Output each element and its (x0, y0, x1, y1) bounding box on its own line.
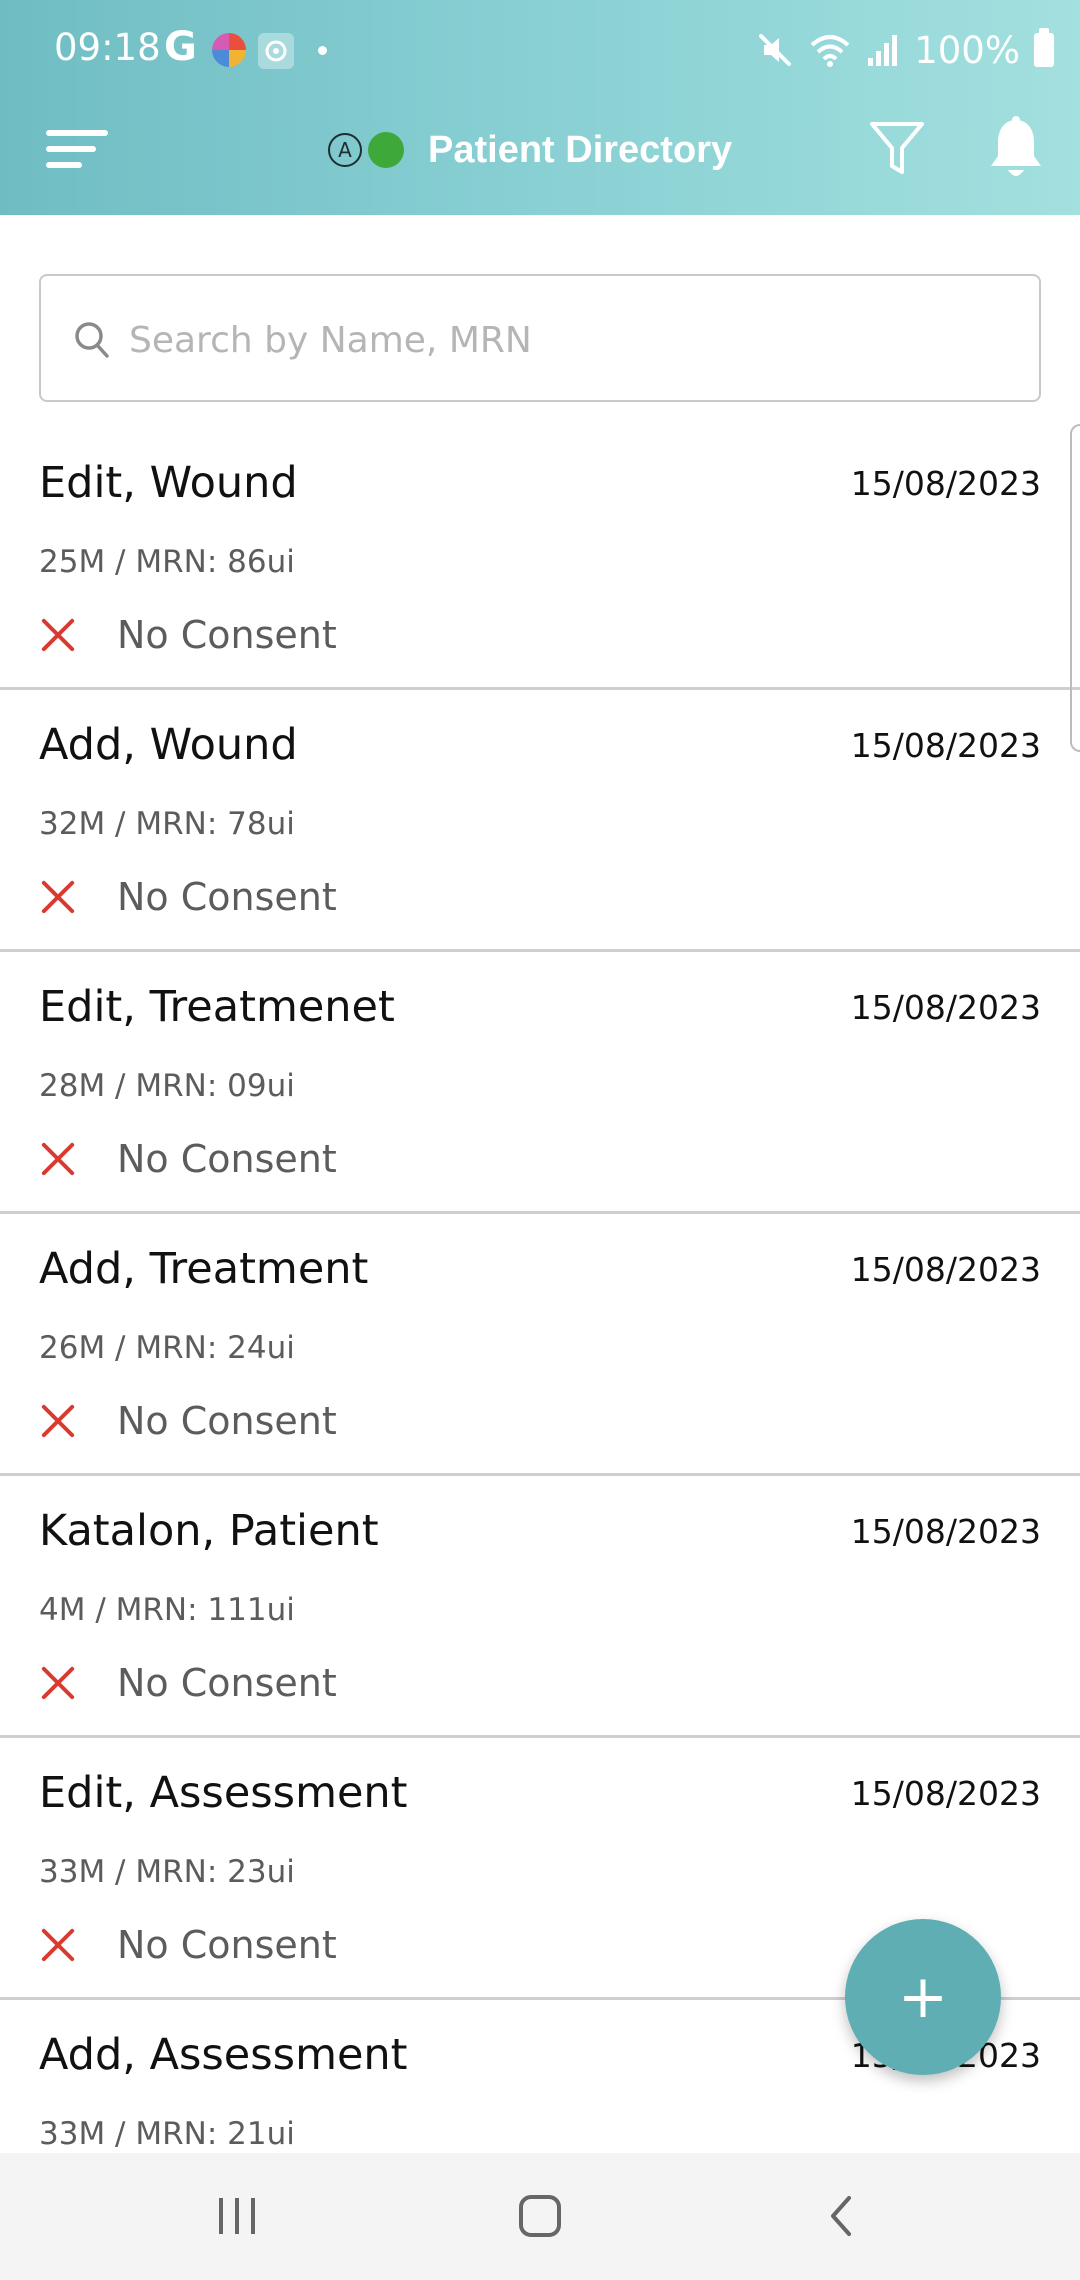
patient-date: 15/08/2023 (850, 1250, 1041, 1289)
recent-apps-icon (219, 2198, 255, 2234)
consent-status: No Consent (39, 1399, 337, 1443)
account-badge-icon: A (328, 133, 362, 167)
patient-name: Add, Assessment (39, 2030, 408, 2080)
patient-list-item[interactable]: Add, Treatment 15/08/2023 26M / MRN: 24u… (0, 1214, 1080, 1476)
patient-meta: 28M / MRN: 09ui (39, 1068, 295, 1104)
recent-apps-button[interactable] (197, 2183, 277, 2249)
consent-label: No Consent (117, 1399, 337, 1443)
patient-name: Add, Treatment (39, 1244, 369, 1294)
battery-percent: 100% (914, 28, 1020, 72)
wifi-icon (810, 35, 850, 67)
online-status-icon (368, 132, 404, 168)
consent-label: No Consent (117, 1923, 337, 1967)
close-icon (39, 616, 77, 654)
patient-name: Katalon, Patient (39, 1506, 379, 1556)
system-navigation-bar (0, 2153, 1080, 2280)
patient-name: Edit, Assessment (39, 1768, 408, 1818)
home-icon (519, 2195, 561, 2237)
patient-name: Add, Wound (39, 720, 298, 770)
patient-date: 15/08/2023 (850, 1774, 1041, 1813)
home-button[interactable] (500, 2183, 580, 2249)
consent-status: No Consent (39, 1137, 337, 1181)
close-icon (39, 1926, 77, 1964)
consent-label: No Consent (117, 1137, 337, 1181)
close-icon (39, 878, 77, 916)
notification-dot (318, 46, 327, 55)
app-icon (212, 33, 246, 67)
patient-list-item[interactable]: Edit, Wound 15/08/2023 25M / MRN: 86ui N… (0, 428, 1080, 690)
patient-name: Edit, Treatmenet (39, 982, 395, 1032)
patient-name: Edit, Wound (39, 458, 298, 508)
patient-date: 15/08/2023 (850, 988, 1041, 1027)
consent-status: No Consent (39, 1661, 337, 1705)
consent-status: No Consent (39, 613, 337, 657)
status-time: 09:18 (54, 26, 161, 69)
close-icon (39, 1140, 77, 1178)
consent-status: No Consent (39, 875, 337, 919)
patient-meta: 33M / MRN: 21ui (39, 2116, 295, 2152)
patient-date: 15/08/2023 (850, 464, 1041, 503)
patient-list-item[interactable]: Edit, Treatmenet 15/08/2023 28M / MRN: 0… (0, 952, 1080, 1214)
app-icon (258, 33, 294, 69)
consent-label: No Consent (117, 613, 337, 657)
notifications-button[interactable] (988, 116, 1044, 182)
patient-date: 15/08/2023 (850, 1512, 1041, 1551)
scroll-indicator[interactable] (1070, 424, 1080, 752)
search-input[interactable] (127, 310, 1011, 370)
patient-meta: 4M / MRN: 111ui (39, 1592, 295, 1628)
patient-list: Edit, Wound 15/08/2023 25M / MRN: 86ui N… (0, 428, 1080, 2153)
page-title: Patient Directory (428, 128, 733, 171)
patient-meta: 26M / MRN: 24ui (39, 1330, 295, 1366)
consent-label: No Consent (117, 875, 337, 919)
mute-icon (759, 34, 792, 66)
app-header: 09:18 G 100% A Patient Directory (0, 0, 1080, 215)
menu-button[interactable] (46, 124, 110, 172)
status-indicators: 100% (756, 24, 1054, 76)
patient-list-item[interactable]: Add, Wound 15/08/2023 32M / MRN: 78ui No… (0, 690, 1080, 952)
close-icon (39, 1664, 77, 1702)
consent-status: No Consent (39, 1923, 337, 1967)
filter-icon (870, 122, 924, 174)
header-title-group: A Patient Directory (328, 120, 732, 180)
patient-meta: 25M / MRN: 86ui (39, 544, 295, 580)
patient-meta: 33M / MRN: 23ui (39, 1854, 295, 1890)
battery-icon (1034, 28, 1054, 67)
search-box[interactable] (39, 274, 1041, 402)
google-icon: G (164, 24, 197, 70)
filter-button[interactable] (868, 118, 926, 178)
consent-label: No Consent (117, 1661, 337, 1705)
add-patient-button[interactable]: + (845, 1919, 1001, 2075)
patient-list-item[interactable]: Katalon, Patient 15/08/2023 4M / MRN: 11… (0, 1476, 1080, 1738)
plus-icon: + (897, 1962, 949, 2032)
back-icon (831, 2196, 851, 2236)
patient-meta: 32M / MRN: 78ui (39, 806, 295, 842)
close-icon (39, 1402, 77, 1440)
back-button[interactable] (801, 2183, 881, 2249)
signal-icon (868, 35, 898, 66)
search-icon (75, 322, 109, 358)
status-bar: 09:18 G 100% (0, 0, 1080, 100)
bell-icon (991, 116, 1041, 176)
patient-date: 15/08/2023 (850, 726, 1041, 765)
